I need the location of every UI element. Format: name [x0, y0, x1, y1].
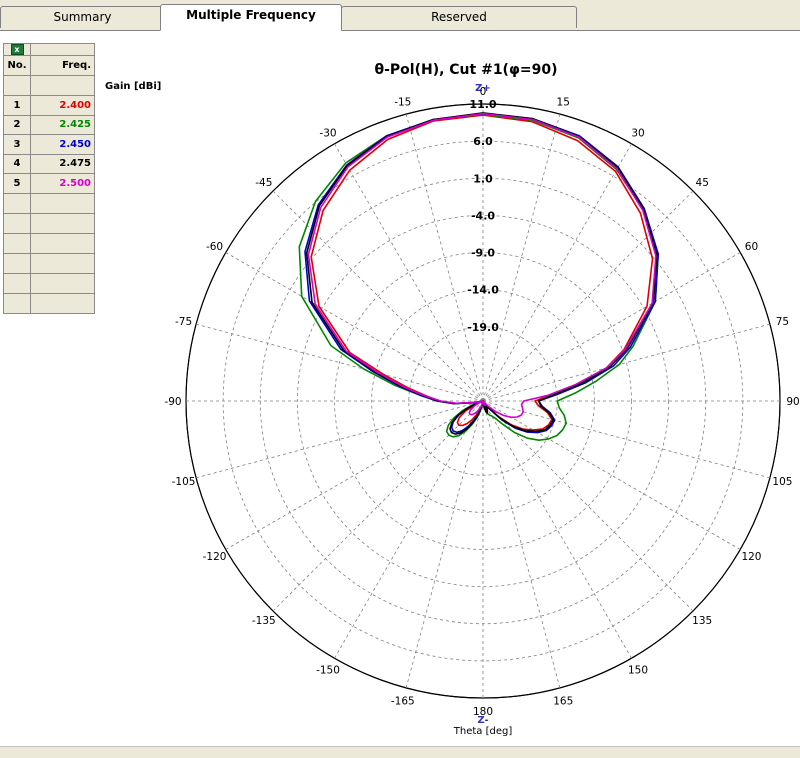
chart-title: θ-Pol(H), Cut #1(φ=90) — [374, 62, 557, 78]
angle-tick-label: 105 — [772, 476, 792, 488]
radial-tick-label: -9.0 — [471, 247, 495, 260]
angle-tick-label: -75 — [175, 316, 192, 328]
angle-tick-label: -15 — [394, 97, 411, 109]
angle-tick-label: 75 — [776, 316, 789, 328]
radial-axis-label: Gain [dBi] — [105, 81, 161, 92]
radial-tick-label: -19.0 — [467, 321, 499, 334]
angle-tick-label: 120 — [741, 551, 761, 563]
radial-tick-label: 1.0 — [473, 172, 493, 185]
radial-tick-label: -4.0 — [471, 209, 495, 222]
theta-axis-label: Theta [deg] — [453, 726, 513, 737]
grid-spoke — [334, 143, 484, 402]
polar-chart: θ-Pol(H), Cut #1(φ=90) Gain [dBi] Z+ Z- … — [105, 62, 800, 737]
angle-tick-label: 0 — [480, 86, 487, 98]
angle-tick-label: -120 — [203, 551, 227, 563]
grid-spoke — [225, 400, 484, 550]
angle-tick-label: -60 — [206, 241, 223, 253]
angle-tick-label: 45 — [696, 177, 709, 189]
angle-tick-label: -45 — [255, 177, 272, 189]
grid-spoke — [482, 400, 741, 550]
angle-tick-label: -30 — [319, 128, 336, 140]
angle-tick-label: 135 — [692, 615, 712, 627]
grid-spoke — [482, 323, 770, 402]
angle-tick-label: -150 — [316, 664, 340, 676]
angle-tick-label: 60 — [745, 241, 758, 253]
radial-tick-label: -14.0 — [467, 284, 499, 297]
angle-tick-label: 165 — [553, 695, 573, 707]
grid-spoke — [482, 400, 632, 659]
series-line-2.475 — [305, 112, 658, 435]
tab-summary[interactable]: Summary — [0, 6, 165, 28]
status-bar — [0, 746, 800, 758]
radial-tick-label: 11.0 — [469, 98, 496, 111]
content-panel: x No. Freq. 1 2.400 2 2.425 3 2.450 4 2.475 5 2.5… — [0, 31, 800, 745]
grid-spoke — [225, 252, 484, 402]
tab-multiple-frequency[interactable]: Multiple Frequency — [160, 4, 342, 31]
series-line-2.450 — [304, 112, 659, 434]
angle-tick-label: 15 — [557, 97, 570, 109]
grid-spoke — [334, 400, 484, 659]
angle-tick-label: -90 — [164, 396, 181, 408]
angle-tick-label: -165 — [391, 695, 415, 707]
series-line-2.400 — [310, 114, 654, 431]
angle-tick-label: -135 — [252, 615, 276, 627]
tab-bar: Summary Reserved Multiple Frequency — [0, 0, 800, 31]
radial-tick-label: 6.0 — [473, 135, 493, 148]
angle-tick-label: -105 — [172, 476, 196, 488]
angle-tick-label: 150 — [628, 664, 648, 676]
grid-spoke — [482, 143, 632, 402]
angle-tick-label: 180 — [473, 706, 493, 718]
angle-tick-label: 90 — [786, 396, 799, 408]
angle-tick-label: 30 — [631, 128, 644, 140]
tab-reserved[interactable]: Reserved — [341, 6, 577, 28]
